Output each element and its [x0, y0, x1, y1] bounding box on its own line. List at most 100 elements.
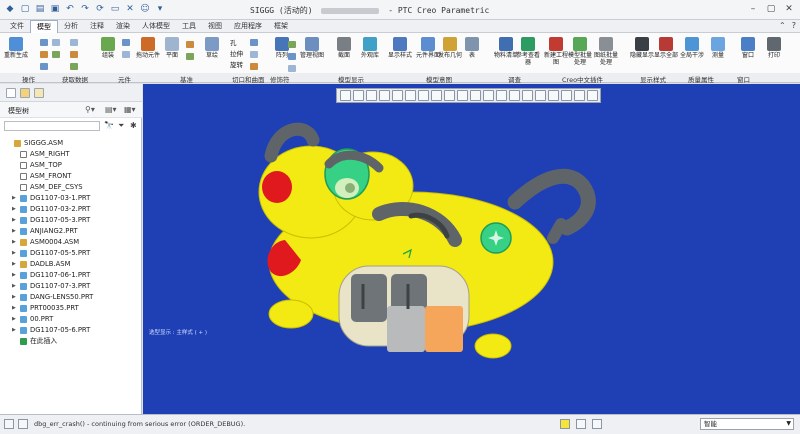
ribbon-small-tool-icon[interactable]	[40, 39, 48, 46]
ribbon-small-tool-icon[interactable]	[288, 53, 296, 60]
clear-filter-icon[interactable]: ✱	[130, 121, 137, 130]
ribbon-small-tool-icon[interactable]	[288, 41, 296, 48]
ribbon-small-item-0[interactable]: 孔	[230, 37, 237, 47]
tree-show-icon[interactable]: ▦▾	[124, 105, 136, 114]
ribbon-group-label[interactable]: 操作	[22, 74, 35, 84]
ribbon-button-22[interactable]: 窗口	[736, 37, 760, 59]
ribbon-group-label[interactable]: 窗口	[737, 74, 750, 84]
expand-icon[interactable]: ▶	[12, 226, 16, 237]
menu-tab-7[interactable]: 视图	[202, 20, 228, 34]
expand-icon[interactable]: ▶	[12, 259, 16, 270]
graphics-viewport[interactable]: 选型显示 : 主样式 ( + )	[143, 84, 800, 414]
expand-icon[interactable]: ▶	[12, 193, 16, 204]
close-icon[interactable]: ✕	[781, 2, 797, 16]
tree-row[interactable]: ▶ 00.PRT	[0, 314, 142, 325]
close-window-icon[interactable]: ✕	[124, 3, 136, 15]
ribbon-small-tool-icon[interactable]	[122, 51, 130, 58]
tree-row[interactable]: ▶ DG1107-03-1.PRT	[0, 193, 142, 204]
menu-tab-6[interactable]: 工具	[176, 20, 202, 34]
tree-row[interactable]: ▶ DG1107-05-3.PRT	[0, 215, 142, 226]
ribbon-group-label[interactable]: 调查	[508, 74, 521, 84]
menu-tab-4[interactable]: 渲染	[110, 20, 136, 34]
tree-row[interactable]: ▶ PRT00035.PRT	[0, 303, 142, 314]
smile-icon[interactable]: ☺	[139, 3, 151, 15]
ribbon-button-3[interactable]: 平面	[160, 37, 184, 59]
ribbon-group-label[interactable]: 修饰符	[270, 74, 290, 84]
regen-icon[interactable]: ⟳	[94, 3, 106, 15]
ribbon-button-8[interactable]: 外观库	[358, 37, 382, 59]
ribbon-button-20[interactable]: 全局干涉	[680, 37, 704, 59]
tree-settings-icon[interactable]: ⚲▾	[85, 105, 95, 114]
tree-row[interactable]: ▶ DG1107-07-3.PRT	[0, 281, 142, 292]
ribbon-group-label[interactable]: 元件	[118, 74, 131, 84]
save-icon[interactable]: ▣	[49, 3, 61, 15]
graphics-toggle-icon[interactable]	[18, 419, 28, 429]
ribbon-button-6[interactable]: 管理视图	[300, 37, 324, 59]
ribbon-small-item-2[interactable]: 旋转	[230, 59, 243, 69]
ribbon-small-tool-icon[interactable]	[186, 41, 194, 48]
ribbon-small-tool-icon[interactable]	[52, 39, 60, 46]
ribbon-small-tool-icon[interactable]	[250, 63, 258, 70]
ribbon-small-tool-icon[interactable]	[70, 63, 78, 70]
model-tree-tab-icon[interactable]	[6, 88, 16, 98]
maximize-icon[interactable]: ▢	[763, 2, 779, 16]
ribbon-small-tool-icon[interactable]	[40, 63, 48, 70]
favorites-tab-icon[interactable]	[34, 88, 44, 98]
minimize-icon[interactable]: –	[745, 2, 761, 16]
selection-filter-dropdown[interactable]: 智能 ▼	[700, 418, 794, 430]
ribbon-small-tool-icon[interactable]	[186, 53, 194, 60]
menu-tab-2[interactable]: 分析	[58, 20, 84, 34]
expand-icon[interactable]: ▶	[12, 292, 16, 303]
ribbon-group-label[interactable]: 模型显示	[338, 74, 364, 84]
expand-icon[interactable]: ▶	[12, 270, 16, 281]
expand-icon[interactable]: ▶	[12, 237, 16, 248]
selection-status-icon[interactable]	[592, 419, 602, 429]
new-icon[interactable]: ▢	[19, 3, 31, 15]
expand-icon[interactable]: ▶	[12, 215, 16, 226]
ribbon-small-tool-icon[interactable]	[52, 51, 60, 58]
tree-row[interactable]: ▶ DG1107-06-1.PRT	[0, 270, 142, 281]
menu-tab-0[interactable]: 文件	[4, 20, 30, 34]
expand-icon[interactable]: ▶	[12, 204, 16, 215]
ribbon-button-21[interactable]: 测量	[706, 37, 730, 59]
ribbon-small-tool-icon[interactable]	[288, 65, 296, 72]
open-icon[interactable]: ▤	[34, 3, 46, 15]
ribbon-button-4[interactable]: 草绘	[200, 37, 224, 59]
windows-icon[interactable]: ▭	[109, 3, 121, 15]
ribbon-small-tool-icon[interactable]	[40, 51, 48, 58]
ribbon-button-19[interactable]: 显示全部	[654, 37, 678, 59]
tree-row[interactable]: ▶ ASM0004.ASM	[0, 237, 142, 248]
ribbon-button-10[interactable]: 元件界面	[416, 37, 440, 59]
redo-icon[interactable]: ↷	[79, 3, 91, 15]
tree-row[interactable]: ▶ DG1107-05-6.PRT	[0, 325, 142, 336]
ribbon-group-label[interactable]: 获取数据	[62, 74, 88, 84]
ribbon-group-label[interactable]: 切口和曲面	[232, 74, 265, 84]
ribbon-group-label[interactable]: 质量属性	[688, 74, 714, 84]
ribbon-group-label[interactable]: Creo中文插件	[562, 74, 603, 84]
customize-icon[interactable]: ▾	[154, 3, 166, 15]
expand-icon[interactable]: ▶	[12, 281, 16, 292]
tree-row[interactable]: ASM_TOP	[0, 160, 142, 171]
ribbon-small-tool-icon[interactable]	[250, 51, 258, 58]
ribbon-button-18[interactable]: 隐藏显示	[630, 37, 654, 59]
find-icon[interactable]: 🔭	[104, 121, 114, 130]
tree-columns-icon[interactable]: ▤▾	[105, 105, 117, 114]
help-icon[interactable]: ?	[792, 21, 796, 30]
ribbon-button-11[interactable]: 发布几何	[438, 37, 462, 59]
tree-row[interactable]: ASM_FRONT	[0, 171, 142, 182]
ribbon-button-12[interactable]: 表	[460, 37, 484, 59]
ribbon-button-23[interactable]: 打印	[762, 37, 786, 59]
collapse-ribbon-icon[interactable]: ⌃	[779, 21, 786, 30]
menu-tab-5[interactable]: 人体模型	[136, 20, 176, 34]
ribbon-button-13[interactable]: 物料清单	[494, 37, 518, 59]
tree-row[interactable]: ▶ DG1107-03-2.PRT	[0, 204, 142, 215]
ribbon-small-tool-icon[interactable]	[122, 39, 130, 46]
ribbon-group-label[interactable]: 模型意图	[426, 74, 452, 84]
ribbon-group-label[interactable]: 基准	[180, 74, 193, 84]
tree-row[interactable]: ▶ DADLB.ASM	[0, 259, 142, 270]
expand-icon[interactable]: ▶	[12, 314, 16, 325]
expand-icon[interactable]: ▶	[12, 325, 16, 336]
expand-icon[interactable]: ▶	[12, 248, 16, 259]
find-status-icon[interactable]	[576, 419, 586, 429]
ribbon-button-7[interactable]: 截面	[332, 37, 356, 59]
